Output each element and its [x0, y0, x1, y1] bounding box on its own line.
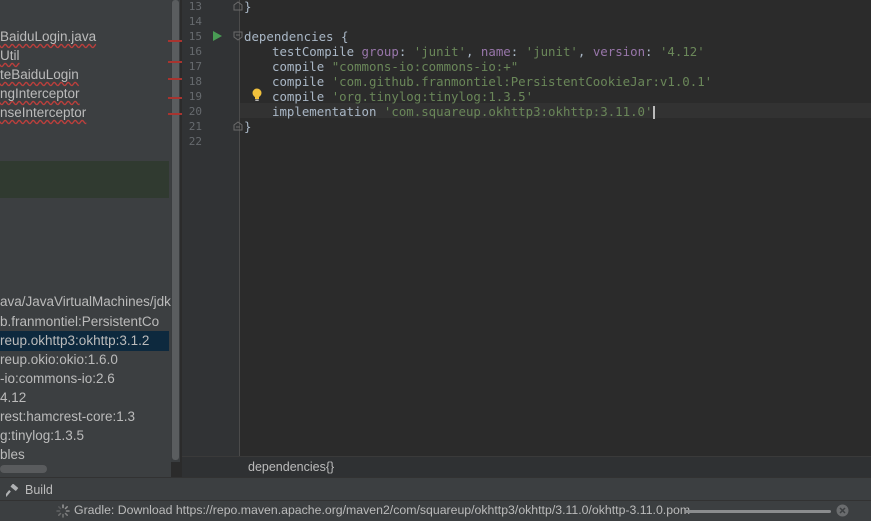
- string-literal: "commons-io:commons-io:+": [331, 59, 519, 74]
- code-text: compile: [272, 59, 332, 74]
- tool-window-bar: Build: [0, 477, 871, 502]
- code-line-13[interactable]: }: [244, 0, 251, 14]
- code-line-16[interactable]: testCompile group: 'junit', name: 'junit…: [272, 44, 705, 59]
- library-item-tinylog[interactable]: g:tinylog:1.3.5: [0, 426, 84, 445]
- code-line-15[interactable]: dependencies {: [244, 29, 348, 44]
- string-literal: 'com.squareup.okhttp3:okhttp:3.11.0': [383, 104, 653, 119]
- hammer-icon: [6, 483, 19, 497]
- lightbulb-icon[interactable]: [251, 88, 263, 102]
- library-item-junit[interactable]: 4.12: [0, 388, 26, 407]
- tree-item-tebaidulogin[interactable]: teBaiduLogin: [0, 65, 79, 84]
- run-gutter-icon[interactable]: [212, 31, 222, 41]
- line-number: 16: [188, 45, 202, 58]
- named-arg: version: [592, 44, 646, 59]
- code-text: compile: [272, 89, 332, 104]
- vertical-scrollbar[interactable]: [171, 0, 180, 462]
- progress-fill: [685, 510, 831, 513]
- named-arg: name: [480, 44, 511, 59]
- code-text: :: [398, 44, 414, 59]
- code-text: dependencies {: [244, 29, 349, 44]
- string-literal: 'junit': [525, 44, 578, 59]
- library-item-okio[interactable]: reup.okio:okio:1.6.0: [0, 350, 118, 369]
- scrollbar-thumb[interactable]: [172, 0, 179, 460]
- line-number: 15: [188, 30, 202, 43]
- line-number: 17: [188, 60, 202, 73]
- library-item-commons-io[interactable]: -io:commons-io:2.6: [0, 369, 115, 388]
- line-number: 14: [188, 15, 202, 28]
- line-number: 21: [188, 120, 202, 133]
- tree-item-baidulogin[interactable]: BaiduLogin.java: [0, 27, 96, 46]
- cancel-process-icon[interactable]: [836, 504, 849, 517]
- line-number: 22: [188, 135, 202, 148]
- named-arg: group: [361, 44, 399, 59]
- tree-item-nginterceptor[interactable]: ngInterceptor: [0, 84, 80, 103]
- library-item-jdk[interactable]: ava/JavaVirtualMachines/jdk: [0, 292, 171, 311]
- code-line-17[interactable]: compile "commons-io:commons-io:+": [272, 59, 518, 74]
- code-text: :: [510, 44, 526, 59]
- error-stripe-mark[interactable]: [168, 78, 182, 80]
- library-item-consoles[interactable]: bles: [0, 445, 25, 464]
- library-item-hamcrest[interactable]: rest:hamcrest-core:1.3: [0, 407, 135, 426]
- build-label: Build: [25, 483, 53, 497]
- project-tool-window: BaiduLogin.java Util teBaiduLogin ngInte…: [0, 0, 171, 477]
- code-line-21[interactable]: }: [244, 119, 251, 134]
- progress-bar: [685, 510, 831, 513]
- code-line-20[interactable]: implementation 'com.squareup.okhttp3:okh…: [272, 104, 656, 119]
- tree-highlight-region: [0, 161, 169, 198]
- code-line-18[interactable]: compile 'com.github.franmontiel:Persiste…: [272, 74, 712, 89]
- line-number: 18: [188, 75, 202, 88]
- library-item-okhttp[interactable]: reup.okhttp3:okhttp:3.1.2: [0, 331, 149, 350]
- code-line-19[interactable]: compile 'org.tinylog:tinylog:1.3.5': [272, 89, 533, 104]
- error-stripe-mark[interactable]: [168, 40, 182, 42]
- error-stripe-mark[interactable]: [168, 113, 182, 115]
- spinner-icon: [56, 504, 70, 518]
- brace: }: [244, 0, 252, 14]
- string-literal: 'com.github.franmontiel:PersistentCookie…: [331, 74, 713, 89]
- code-text: testCompile: [272, 44, 362, 59]
- code-text: ,: [465, 44, 481, 59]
- horizontal-scrollbar[interactable]: [0, 465, 47, 473]
- text-caret: [653, 106, 656, 119]
- status-bar: Gradle: Download https://repo.maven.apac…: [0, 500, 871, 521]
- code-text: compile: [272, 74, 332, 89]
- string-literal: '4.12': [659, 44, 705, 59]
- status-text[interactable]: Gradle: Download https://repo.maven.apac…: [74, 503, 690, 517]
- tree-item-nseinterceptor[interactable]: nseInterceptor: [0, 103, 86, 122]
- line-number: 13: [188, 0, 202, 13]
- code-text: implementation: [272, 104, 384, 119]
- string-literal: 'org.tinylog:tinylog:1.3.5': [331, 89, 534, 104]
- build-tool-button[interactable]: Build: [6, 481, 53, 499]
- breadcrumb-bar: dependencies{}: [182, 456, 871, 478]
- code-text: ,: [577, 44, 593, 59]
- line-number: 20: [188, 105, 202, 118]
- string-literal: 'junit': [413, 44, 466, 59]
- brace: }: [244, 119, 252, 134]
- line-number: 19: [188, 90, 202, 103]
- breadcrumb[interactable]: dependencies{}: [248, 460, 334, 474]
- error-stripe-mark[interactable]: [168, 61, 182, 63]
- library-item-persistentcookiejar[interactable]: b.franmontiel:PersistentCo: [0, 312, 159, 331]
- error-stripe-mark[interactable]: [168, 97, 182, 99]
- code-text: :: [645, 44, 660, 59]
- tree-item-util[interactable]: Util: [0, 46, 20, 65]
